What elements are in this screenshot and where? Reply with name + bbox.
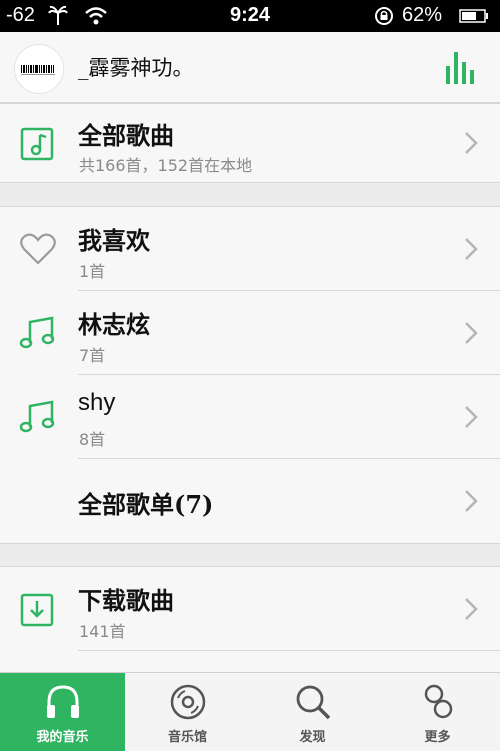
chevron-right-icon	[465, 598, 478, 620]
all-songs-count: 共166首，152首在本地	[79, 156, 253, 175]
avatar[interactable]	[14, 44, 64, 94]
playlist-title: 我喜欢	[78, 226, 150, 255]
downloads-count: 141首	[79, 622, 126, 641]
music-note-icon	[19, 316, 55, 349]
downloads-section: 下载歌曲 141首	[0, 566, 500, 673]
profile-header[interactable]: _霹雾神功。	[0, 32, 500, 103]
playlist-count: 7首	[79, 346, 106, 365]
playlist-row[interactable]: shy 8首	[0, 375, 500, 459]
tab-music-hall[interactable]: 音乐馆	[125, 673, 250, 751]
rotation-lock-icon	[375, 7, 393, 25]
tab-label: 我的音乐	[36, 730, 89, 745]
headphones-icon	[46, 685, 79, 718]
more-icon	[424, 684, 452, 719]
username: _霹雾神功。	[78, 56, 194, 80]
heart-icon	[20, 233, 56, 265]
all-playlists-title: 全部歌单(7)	[78, 490, 214, 519]
downloads-row[interactable]: 下载歌曲 141首	[0, 567, 500, 651]
chevron-right-icon	[465, 490, 478, 512]
chevron-right-icon	[465, 132, 478, 154]
all-songs-row[interactable]: 全部歌曲 共166首，152首在本地	[0, 104, 500, 182]
disc-icon	[170, 684, 205, 720]
battery-icon	[459, 9, 488, 23]
playlists-section: 我喜欢 1首 林志炫 7首 shy 8首 全部歌单(7)	[0, 206, 500, 544]
all-songs-title: 全部歌曲	[78, 121, 174, 150]
playlist-title: 林志炫	[78, 310, 150, 339]
music-folder-icon	[20, 127, 54, 161]
search-icon	[296, 685, 330, 720]
all-songs-section: 全部歌曲 共166首，152首在本地	[0, 103, 500, 183]
playlist-title: shy	[78, 389, 116, 416]
chevron-right-icon	[465, 322, 478, 344]
tab-label: 音乐馆	[167, 730, 207, 745]
tab-bar: 我的音乐 音乐馆 发现 更多	[0, 672, 500, 751]
tab-label: 发现	[299, 730, 326, 745]
playlist-row[interactable]: 林志炫 7首	[0, 291, 500, 375]
all-playlists-row[interactable]: 全部歌单(7)	[0, 459, 500, 543]
chevron-right-icon	[465, 238, 478, 260]
divider	[78, 650, 500, 651]
tab-discover[interactable]: 发现	[250, 673, 375, 751]
tab-my-music[interactable]: 我的音乐	[0, 673, 125, 751]
tab-label: 更多	[424, 730, 451, 745]
chevron-right-icon	[465, 406, 478, 428]
playlist-row[interactable]: 我喜欢 1首	[0, 207, 500, 291]
tab-more[interactable]: 更多	[375, 673, 500, 751]
playlist-count: 8首	[79, 430, 106, 449]
battery-percent: 62%	[402, 4, 443, 26]
status-bar: -62 9:24 62%	[0, 0, 500, 32]
barcode-avatar-icon	[15, 45, 63, 93]
music-note-icon	[19, 400, 55, 433]
download-icon	[20, 593, 54, 627]
downloads-title: 下载歌曲	[78, 586, 174, 615]
now-playing-equalizer-icon[interactable]	[442, 48, 482, 84]
playlist-count: 1首	[79, 262, 106, 281]
